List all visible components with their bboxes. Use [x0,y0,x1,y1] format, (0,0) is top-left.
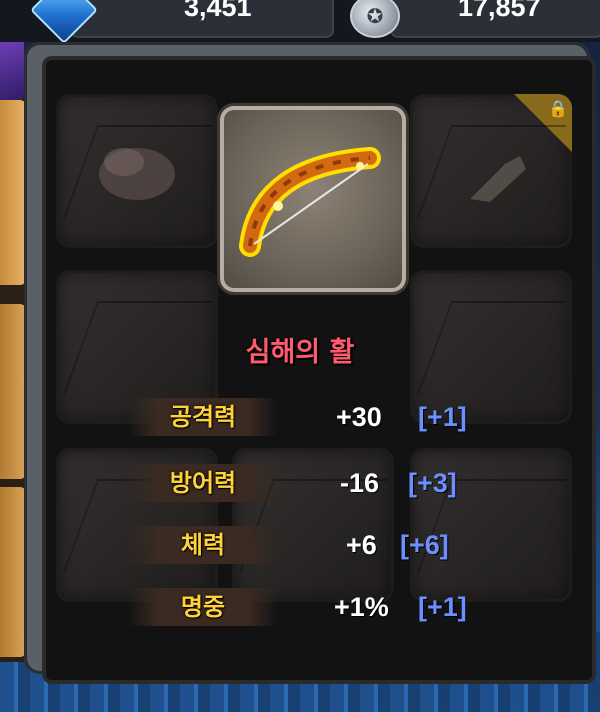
stat-label-attack: 공격력 [128,398,278,436]
side-tab-2[interactable] [0,304,26,479]
side-tab-3[interactable] [0,487,26,657]
slot-top-left[interactable] [56,94,218,248]
coin-count: 17,857 [458,0,541,22]
stat-label-accuracy: 명중 [128,588,278,626]
stat-value-accuracy: +1% [334,592,389,622]
stat-bonus-accuracy: [+1] [418,592,467,622]
item-name: 심해의 활 [245,337,355,368]
boot-icon [470,156,526,202]
stat-bonus-attack: [+1] [418,402,467,432]
character-badge[interactable] [0,42,24,102]
side-tab-1[interactable] [0,100,26,285]
stat-value-health: +6 [346,530,377,560]
side-menu [0,42,26,662]
stat-label-health: 체력 [128,526,278,564]
resource-bar: 3,451 17,857 ✪ [0,0,600,44]
slot-selected[interactable] [220,106,406,292]
slot-top-right[interactable]: 🔒 [410,94,572,248]
glove-icon [99,148,175,200]
coin-counter: 17,857 [390,0,600,38]
stat-label-defense: 방어력 [128,464,278,502]
stat-bonus-health: [+6] [400,530,449,560]
stat-value-attack: +30 [336,402,382,432]
gem-count: 3,451 [184,0,252,22]
bow-icon [239,147,381,257]
gem-counter: 3,451 [70,0,334,38]
stat-value-defense: -16 [340,468,380,498]
stat-bonus-defense: [+3] [408,468,457,498]
